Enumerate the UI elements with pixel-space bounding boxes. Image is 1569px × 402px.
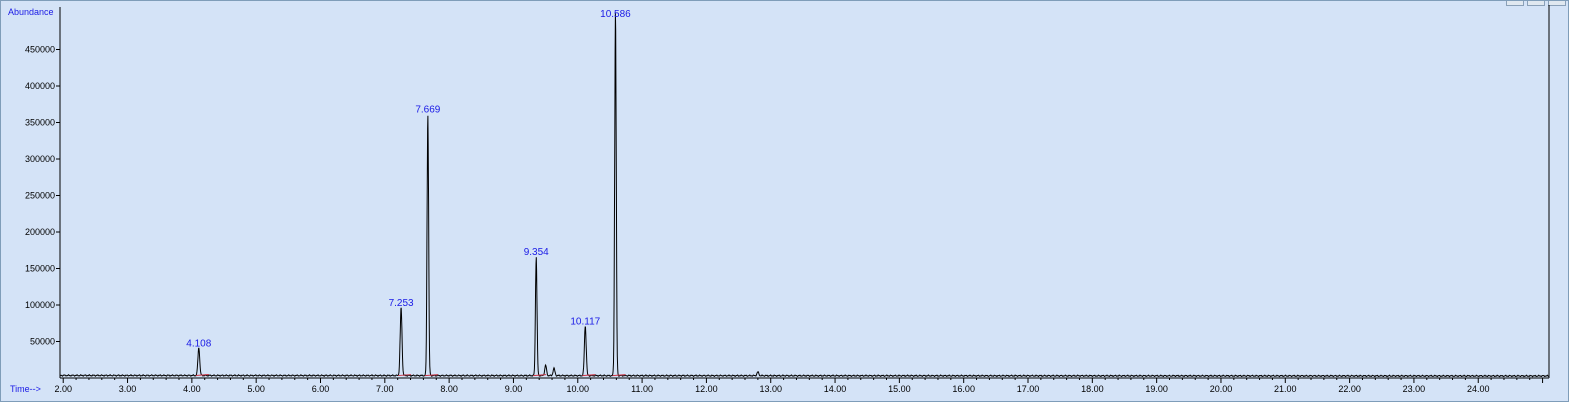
- y-tick-label: 350000: [25, 118, 55, 128]
- y-tick-label: 400000: [25, 81, 55, 91]
- x-tick-label: 22.00: [1338, 384, 1361, 394]
- x-tick-label: 11.00: [631, 384, 653, 394]
- x-tick-label: 10.00: [567, 384, 590, 394]
- x-tick-label: 2.00: [54, 384, 72, 394]
- x-tick-label: 5.00: [247, 384, 265, 394]
- chromatogram-chart: Abundance Time--> 50000 100000 150000 20000…: [8, 5, 1550, 394]
- peak-label: 4.108: [186, 338, 211, 349]
- y-ticks: 50000 100000 150000 200000 250000 300000 35000…: [25, 45, 60, 347]
- y-tick-label: 200000: [25, 227, 55, 237]
- y-tick-label: 100000: [25, 300, 55, 310]
- x-tick-label: 3.00: [119, 384, 137, 394]
- x-tick-label: 4.00: [183, 384, 201, 394]
- x-tick-label: 13.00: [759, 384, 782, 394]
- x-tick-label: 7.00: [376, 384, 394, 394]
- x-tick-label: 15.00: [888, 384, 911, 394]
- y-axis-label: Abundance: [8, 7, 54, 17]
- x-tick-label: 6.00: [312, 384, 330, 394]
- y-tick-label: 450000: [25, 45, 55, 55]
- x-tick-label: 16.00: [952, 384, 975, 394]
- peak-label: 7.253: [389, 298, 414, 309]
- peak-label: 9.354: [524, 247, 549, 258]
- x-axis-label: Time-->: [10, 384, 41, 394]
- x-tick-label: 19.00: [1145, 384, 1168, 394]
- x-tick-label: 23.00: [1403, 384, 1426, 394]
- x-tick-label: 18.00: [1081, 384, 1104, 394]
- x-tick-label: 24.00: [1467, 384, 1490, 394]
- x-ticks: 2.00 3.00 4.00 5.00 6.00 7.00 8.00 9.00 10.00 11.…: [54, 378, 1544, 394]
- peak-label: 10.117: [570, 316, 600, 327]
- y-tick-label: 300000: [25, 154, 55, 164]
- axes: [59, 5, 1550, 379]
- x-tick-label: 8.00: [440, 384, 458, 394]
- y-tick-label: 250000: [25, 191, 55, 201]
- peak-baseline: [533, 374, 547, 377]
- x-tick-label: 20.00: [1210, 384, 1233, 394]
- y-tick-label: 50000: [30, 337, 55, 347]
- x-tick-label: 21.00: [1274, 384, 1297, 394]
- chromatogram-window: Abundance Time--> 50000 100000 150000 20000…: [0, 0, 1569, 402]
- peak-label: 10.586: [600, 9, 631, 20]
- chromatogram-trace: [59, 12, 1550, 378]
- x-tick-label: 9.00: [505, 384, 523, 394]
- x-tick-label: 14.00: [824, 384, 847, 394]
- x-tick-label: 17.00: [1017, 384, 1040, 394]
- peak-labels: 4.108 7.253 7.669 9.354 10.117 10.586: [186, 9, 631, 377]
- x-tick-label: 12.00: [695, 384, 718, 394]
- peak-label: 7.669: [415, 105, 440, 116]
- y-tick-label: 150000: [25, 264, 55, 274]
